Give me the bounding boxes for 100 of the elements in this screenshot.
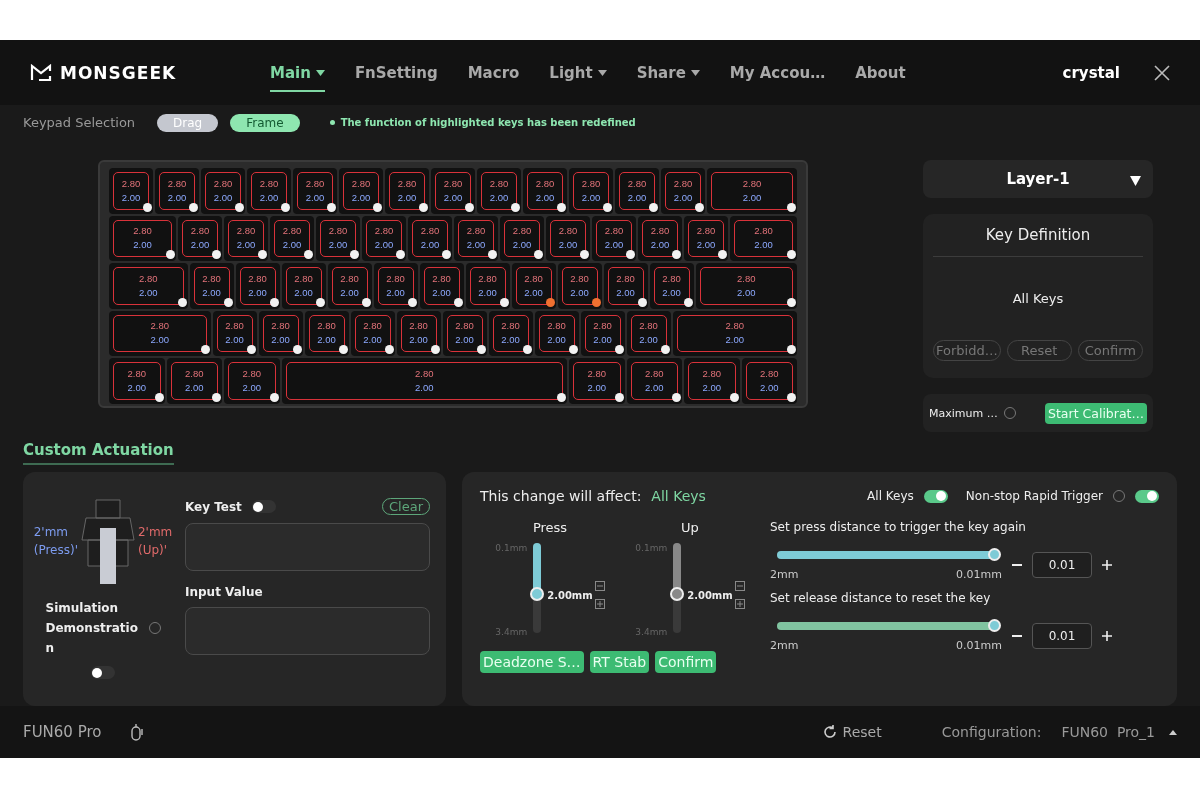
key-button[interactable]: 2.80 2.00 (661, 168, 705, 214)
key-button[interactable]: 2.80 2.00 (224, 215, 268, 261)
key-button[interactable]: 2.80 2.00 (178, 215, 222, 261)
slider-max: 3.4mm (495, 627, 528, 637)
selected-keys-text: All Keys (1012, 291, 1064, 306)
key-button[interactable]: 2.80 2.00 (109, 263, 188, 309)
key-button[interactable]: 2.80 2.00 (442, 310, 487, 356)
key-button[interactable]: 2.80 2.00 (707, 168, 797, 214)
input-value-label: Input Value (185, 585, 264, 599)
slider-thumb[interactable] (670, 587, 685, 602)
nav-tab[interactable]: Share (636, 63, 700, 92)
nav-tab[interactable]: FnSetting (354, 63, 438, 92)
key-button[interactable]: 2.80 2.00 (224, 358, 280, 404)
toggle-switch[interactable] (1135, 489, 1159, 503)
key-button[interactable]: 2.80 2.00 (155, 168, 199, 214)
key-button[interactable]: 2.80 2.00 (293, 168, 337, 214)
key-button[interactable]: 2.80 2.00 (511, 263, 556, 309)
key-button[interactable]: 2.80 2.00 (316, 215, 360, 261)
key-button[interactable]: 2.80 2.00 (339, 168, 383, 214)
stepper-icon[interactable] (734, 581, 745, 609)
key-button[interactable]: 2.80 2.00 (362, 215, 406, 261)
key-test-toggle[interactable] (251, 500, 276, 513)
nav-tab[interactable]: Light (549, 63, 607, 92)
key-button[interactable]: 2.80 2.00 (546, 215, 590, 261)
reset-icon[interactable] (822, 725, 837, 739)
vertical-slider[interactable] (533, 543, 542, 633)
distance-field[interactable]: 0.01 (1032, 551, 1092, 578)
release-value: 2.00 (535, 190, 555, 205)
key-button[interactable]: 2.80 2.00 (304, 310, 349, 356)
key-button[interactable]: 2.80 2.00 (247, 168, 291, 214)
key-button[interactable]: 2.80 2.00 (281, 358, 567, 404)
key-button[interactable]: 2.80 2.00 (385, 168, 429, 214)
key-button[interactable]: 2.80 2.00 (741, 358, 797, 404)
plus-icon[interactable] (1102, 630, 1112, 641)
simulation-toggle[interactable] (91, 666, 115, 679)
minus-icon[interactable] (1012, 563, 1022, 566)
key-button[interactable]: 2.80 2.00 (109, 358, 165, 404)
user-name[interactable]: crystal (1062, 63, 1120, 82)
key-button[interactable]: 2.80 2.00 (592, 215, 636, 261)
toggle-switch[interactable] (923, 489, 948, 503)
stepper-icon[interactable] (594, 581, 605, 609)
minus-icon[interactable] (1012, 634, 1022, 637)
key-button[interactable]: 2.80 2.00 (580, 310, 625, 356)
key-button[interactable]: 2.80 2.00 (454, 215, 498, 261)
key-button[interactable]: 2.80 2.00 (465, 263, 510, 309)
key-button[interactable]: 2.80 2.00 (477, 168, 521, 214)
key-button[interactable]: 2.80 2.00 (109, 168, 153, 214)
key-button[interactable]: 2.80 2.00 (615, 168, 659, 214)
key-button[interactable]: 2.80 2.00 (626, 358, 682, 404)
key-button[interactable]: 2.80 2.00 (431, 168, 475, 214)
nav-tab[interactable]: About (855, 63, 906, 92)
nav-tab[interactable]: My Accou… (729, 63, 826, 92)
layer-select[interactable]: Layer-1 (923, 160, 1153, 198)
key-button[interactable]: 2.80 2.00 (396, 310, 441, 356)
key-button[interactable]: 2.80 2.00 (327, 263, 372, 309)
nav-tab[interactable]: Main (270, 63, 325, 92)
key-button[interactable]: 2.80 2.00 (281, 263, 326, 309)
nav-tab[interactable]: Macro (467, 63, 520, 92)
key-button[interactable]: 2.80 2.00 (638, 215, 682, 261)
key-button[interactable]: 2.80 2.00 (408, 215, 452, 261)
key-button[interactable]: 2.80 2.00 (109, 215, 176, 261)
key-button[interactable]: 2.80 2.00 (730, 215, 797, 261)
reset-link[interactable]: Reset (842, 724, 882, 740)
key-button[interactable]: 2.80 2.00 (350, 310, 395, 356)
key-button[interactable]: 2.80 2.00 (109, 310, 211, 356)
key-button[interactable]: 2.80 2.00 (488, 310, 533, 356)
input-value-field[interactable] (185, 607, 430, 655)
key-button[interactable]: 2.80 2.00 (500, 215, 544, 261)
close-icon[interactable] (1154, 64, 1170, 81)
key-button[interactable]: 2.80 2.00 (189, 263, 234, 309)
key-button[interactable]: 2.80 2.00 (557, 263, 602, 309)
key-button[interactable]: 2.80 2.00 (534, 310, 579, 356)
key-button[interactable]: 2.80 2.00 (235, 263, 280, 309)
key-button[interactable]: 2.80 2.00 (258, 310, 303, 356)
distance-field[interactable]: 0.01 (1032, 622, 1092, 649)
press-value: 2.80 (581, 176, 601, 191)
key-button[interactable]: 2.80 2.00 (212, 310, 257, 356)
key-button[interactable]: 2.80 2.00 (626, 310, 671, 356)
mode-button[interactable]: Frame (230, 113, 300, 132)
mouse-icon[interactable] (129, 723, 146, 741)
vertical-slider[interactable] (673, 543, 682, 633)
key-button[interactable]: 2.80 2.00 (569, 358, 625, 404)
key-button[interactable]: 2.80 2.00 (603, 263, 648, 309)
key-button[interactable]: 2.80 2.00 (419, 263, 464, 309)
key-button[interactable]: 2.80 2.00 (373, 263, 418, 309)
key-button[interactable]: 2.80 2.00 (270, 215, 314, 261)
key-button[interactable]: 2.80 2.00 (695, 263, 797, 309)
key-button[interactable]: 2.80 2.00 (649, 263, 694, 309)
plus-icon[interactable] (1102, 559, 1112, 570)
key-button[interactable]: 2.80 2.00 (523, 168, 567, 214)
key-button[interactable]: 2.80 2.00 (201, 168, 245, 214)
key-button[interactable]: 2.80 2.00 (166, 358, 222, 404)
press-value: 2.80 (639, 319, 658, 334)
slider-thumb[interactable] (530, 587, 545, 602)
key-button[interactable]: 2.80 2.00 (684, 215, 728, 261)
key-test-field[interactable] (185, 523, 430, 571)
key-button[interactable]: 2.80 2.00 (672, 310, 797, 356)
key-button[interactable]: 2.80 2.00 (569, 168, 613, 214)
configuration-select[interactable]: FUN60 Pro_1 (1061, 724, 1155, 740)
key-button[interactable]: 2.80 2.00 (684, 358, 740, 404)
